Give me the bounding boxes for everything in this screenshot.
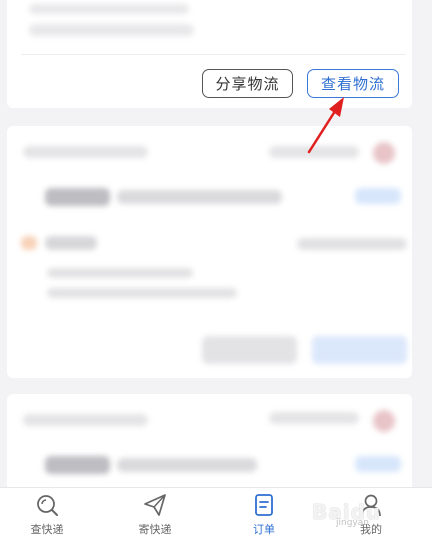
tab-label: 订单 [253, 523, 275, 536]
tab-orders[interactable]: 订单 [224, 488, 304, 547]
tab-label: 寄快递 [138, 523, 172, 536]
annotation-arrow-icon [307, 97, 344, 154]
tab-send-express[interactable]: 寄快递 [115, 488, 195, 547]
send-icon [144, 494, 166, 516]
baidu-watermark-sub: jingyan [336, 518, 369, 528]
order-icon [255, 494, 273, 516]
search-icon [37, 495, 58, 516]
tab-search-express[interactable]: 查快递 [7, 488, 87, 547]
tab-label: 查快递 [30, 523, 64, 536]
